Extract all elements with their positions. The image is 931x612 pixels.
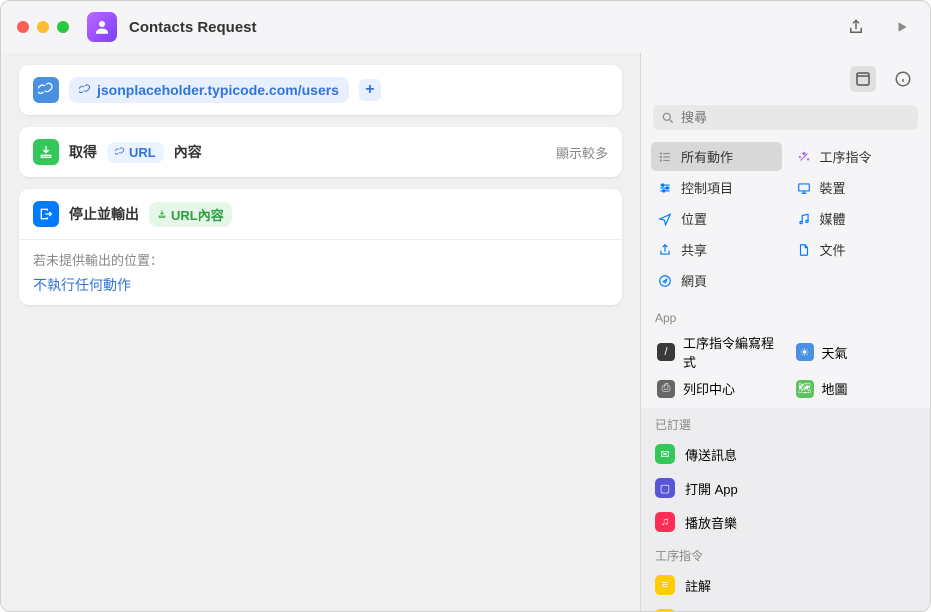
shortcuts-section-label: 工序指令 <box>641 539 930 568</box>
category-item[interactable]: 裝置 <box>790 173 921 202</box>
action-list-item[interactable]: ✉ 傳送訊息 <box>641 437 930 471</box>
slider-icon <box>657 180 673 196</box>
app-label: 天氣 <box>822 343 848 362</box>
category-label: 文件 <box>820 240 846 259</box>
get-contents-action-card[interactable]: 取得 URL 內容 顯示較多 <box>19 127 622 177</box>
stop-output-action-card[interactable]: 停止並輸出 URL內容 若未提供輸出的位置： 不執行任何動作 <box>19 189 622 305</box>
library-tab-button[interactable] <box>850 66 876 92</box>
action-icon: ≡ <box>655 575 675 595</box>
library-sidebar: 所有動作工序指令控制項目裝置位置媒體共享文件網頁 App /工序指令編寫程式☀天… <box>640 53 930 611</box>
app-label: 工序指令編寫程式 <box>683 333 776 371</box>
action-label: 播放音樂 <box>685 513 737 532</box>
action-list-item[interactable]: ♫ 播放音樂 <box>641 505 930 539</box>
action-icon: ✉ <box>655 444 675 464</box>
category-label: 網頁 <box>681 271 707 290</box>
app-icon: / <box>657 343 675 361</box>
category-item[interactable]: 媒體 <box>790 204 921 233</box>
action-label: 顯示結果 <box>685 610 737 612</box>
app-label: 列印中心 <box>683 379 735 398</box>
category-item[interactable]: 文件 <box>790 235 921 264</box>
url-variable-token[interactable]: URL <box>107 142 164 163</box>
location-icon <box>657 211 673 227</box>
category-label: 控制項目 <box>681 178 733 197</box>
action-label: 停止並輸出 <box>69 204 139 224</box>
action-label: 內容 <box>174 142 202 162</box>
category-label: 所有動作 <box>681 147 733 166</box>
action-list-item[interactable]: ☰ 顯示結果 <box>641 602 930 611</box>
category-item[interactable]: 所有動作 <box>651 142 782 171</box>
wand-icon <box>796 149 812 165</box>
display-icon <box>796 180 812 196</box>
output-behavior-select[interactable]: 不執行任何動作 <box>33 275 608 295</box>
category-label: 工序指令 <box>820 147 872 166</box>
pinned-section-label: 已訂選 <box>641 408 930 437</box>
action-label: 取得 <box>69 142 97 162</box>
share-icon <box>657 242 673 258</box>
app-icon: ⎙ <box>657 380 675 398</box>
category-item[interactable]: 共享 <box>651 235 782 264</box>
url-value[interactable]: jsonplaceholder.typicode.com/users <box>69 77 349 103</box>
minimize-window-button[interactable] <box>37 21 49 33</box>
app-label: 地圖 <box>822 379 848 398</box>
action-icon: ▢ <box>655 478 675 498</box>
list-icon <box>657 149 673 165</box>
share-button[interactable] <box>844 15 868 39</box>
category-label: 共享 <box>681 240 707 259</box>
doc-icon <box>796 242 812 258</box>
category-item[interactable]: 工序指令 <box>790 142 921 171</box>
titlebar: Contacts Request <box>1 1 930 53</box>
shortcut-app-icon <box>87 12 117 42</box>
exit-icon <box>33 201 59 227</box>
download-icon <box>33 139 59 165</box>
category-label: 位置 <box>681 209 707 228</box>
action-label: 打開 App <box>685 479 738 498</box>
app-icon: ☀ <box>796 343 814 361</box>
app-section-label: App <box>641 303 930 329</box>
compass-icon <box>657 273 673 289</box>
search-box[interactable] <box>653 105 918 130</box>
app-item[interactable]: 🗺 地圖 <box>790 375 921 402</box>
url-action-card[interactable]: jsonplaceholder.typicode.com/users + <box>19 65 622 115</box>
url-content-variable-token[interactable]: URL內容 <box>149 202 232 227</box>
category-label: 裝置 <box>820 178 846 197</box>
action-icon: ☰ <box>655 609 675 611</box>
category-item[interactable]: 位置 <box>651 204 782 233</box>
close-window-button[interactable] <box>17 21 29 33</box>
action-list-item[interactable]: ≡ 註解 <box>641 568 930 602</box>
app-item[interactable]: ☀ 天氣 <box>790 329 921 375</box>
app-item[interactable]: / 工序指令編寫程式 <box>651 329 782 375</box>
run-button[interactable] <box>890 15 914 39</box>
maximize-window-button[interactable] <box>57 21 69 33</box>
workflow-canvas[interactable]: jsonplaceholder.typicode.com/users + 取得 … <box>1 53 640 611</box>
category-label: 媒體 <box>820 209 846 228</box>
category-item[interactable]: 控制項目 <box>651 173 782 202</box>
output-hint-label: 若未提供輸出的位置： <box>33 250 608 269</box>
app-item[interactable]: ⎙ 列印中心 <box>651 375 782 402</box>
action-label: 傳送訊息 <box>685 445 737 464</box>
action-list-item[interactable]: ▢ 打開 App <box>641 471 930 505</box>
app-icon: 🗺 <box>796 380 814 398</box>
window-title: Contacts Request <box>129 19 257 36</box>
show-more-button[interactable]: 顯示較多 <box>556 143 608 162</box>
info-tab-button[interactable] <box>890 66 916 92</box>
category-item[interactable]: 網頁 <box>651 266 782 295</box>
action-icon: ♫ <box>655 512 675 532</box>
note-icon <box>796 211 812 227</box>
link-icon <box>33 77 59 103</box>
search-icon <box>661 111 675 125</box>
add-url-button[interactable]: + <box>359 79 381 101</box>
action-label: 註解 <box>685 576 711 595</box>
search-input[interactable] <box>681 110 910 125</box>
